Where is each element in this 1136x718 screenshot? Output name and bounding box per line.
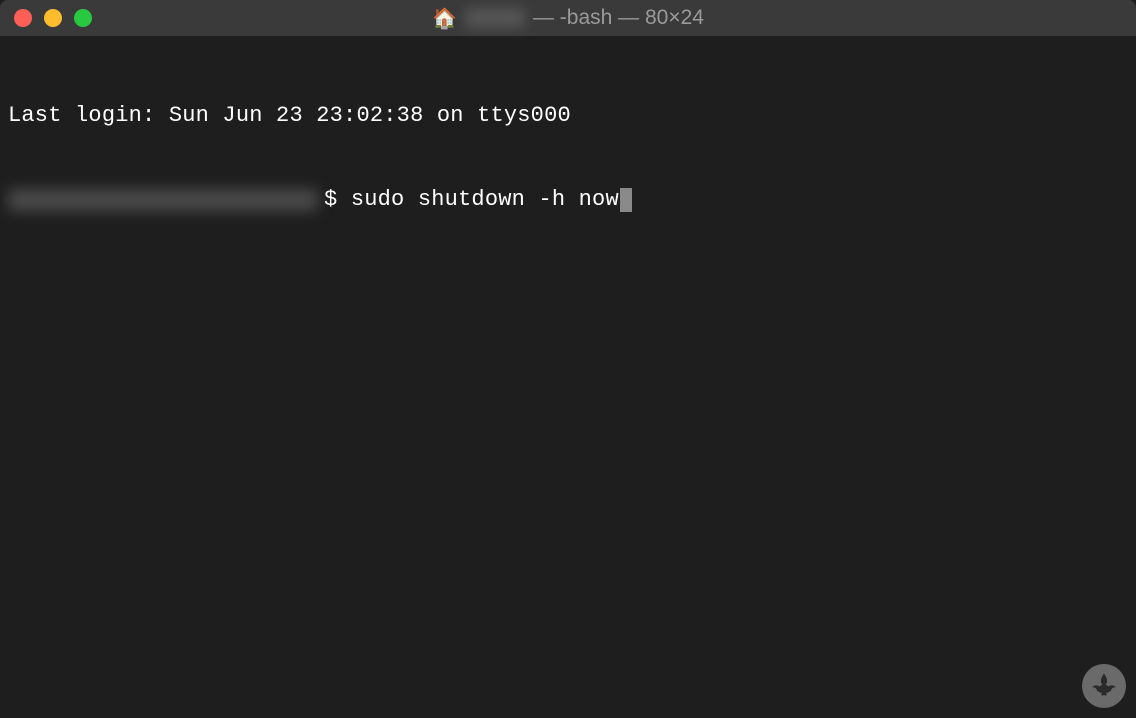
close-button[interactable] — [14, 9, 32, 27]
minimize-button[interactable] — [44, 9, 62, 27]
cursor — [620, 188, 632, 212]
watermark-badge — [1082, 664, 1126, 708]
redacted-prompt-text — [8, 189, 318, 211]
terminal-content[interactable]: Last login: Sun Jun 23 23:02:38 on ttys0… — [0, 36, 1136, 252]
traffic-lights — [14, 9, 92, 27]
window-titlebar: 🏠 — -bash — 80×24 — [0, 0, 1136, 36]
redacted-title-text — [465, 8, 525, 28]
last-login-line: Last login: Sun Jun 23 23:02:38 on ttys0… — [8, 102, 1128, 130]
zoom-button[interactable] — [74, 9, 92, 27]
last-login-text: Last login: Sun Jun 23 23:02:38 on ttys0… — [8, 102, 571, 130]
title-suffix: — -bash — 80×24 — [533, 6, 704, 30]
window-title: 🏠 — -bash — 80×24 — [432, 6, 704, 31]
home-icon: 🏠 — [432, 6, 457, 31]
prompt-line: $ sudo shutdown -h now — [8, 186, 1128, 214]
command-text: sudo shutdown -h now — [351, 186, 619, 214]
fleur-de-lis-icon — [1089, 671, 1119, 701]
prompt-symbol: $ — [324, 186, 351, 214]
